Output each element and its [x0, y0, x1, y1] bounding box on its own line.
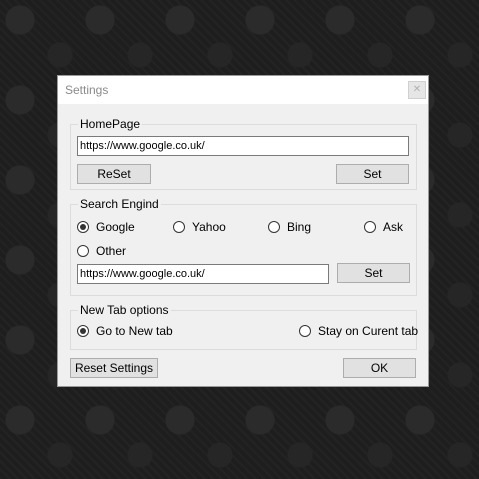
radio-icon — [364, 221, 376, 233]
title-bar: Settings ✕ — [58, 76, 428, 104]
radio-icon — [77, 325, 89, 337]
new-tab-group: New Tab options Go to New tab Stay on Cu… — [70, 303, 418, 350]
radio-stay-on-current-tab[interactable]: Stay on Curent tab — [299, 324, 418, 338]
ok-button[interactable]: OK — [343, 358, 416, 378]
close-button[interactable]: ✕ — [408, 81, 426, 99]
homepage-group-label: HomePage — [78, 117, 143, 131]
radio-ask[interactable]: Ask — [364, 220, 403, 234]
new-tab-group-label: New Tab options — [78, 303, 171, 317]
homepage-set-button[interactable]: Set — [336, 164, 409, 184]
radio-ask-label: Ask — [383, 220, 404, 234]
dialog-title: Settings — [65, 83, 109, 97]
radio-icon — [268, 221, 280, 233]
radio-icon — [77, 221, 89, 233]
radio-stay-on-current-tab-label: Stay on Curent tab — [318, 324, 419, 338]
settings-dialog: Settings ✕ HomePage https://www.google.c… — [57, 75, 429, 387]
search-engine-url-field[interactable]: https://www.google.co.uk/ — [77, 264, 329, 284]
radio-google[interactable]: Google — [77, 220, 135, 234]
radio-icon — [77, 245, 89, 257]
radio-yahoo[interactable]: Yahoo — [173, 220, 226, 234]
desktop-background: { "dialog": { "title": "Settings", "clos… — [0, 0, 479, 479]
homepage-url-field[interactable]: https://www.google.co.uk/ — [77, 136, 409, 156]
homepage-group: HomePage https://www.google.co.uk/ ReSet… — [70, 117, 417, 190]
radio-bing-label: Bing — [287, 220, 312, 234]
radio-go-to-new-tab[interactable]: Go to New tab — [77, 324, 173, 338]
radio-other-label: Other — [96, 244, 127, 258]
radio-yahoo-label: Yahoo — [192, 220, 226, 234]
search-engine-group-label: Search Engind — [78, 197, 161, 211]
homepage-reset-button[interactable]: ReSet — [77, 164, 151, 184]
close-icon: ✕ — [412, 84, 422, 95]
search-engine-group: Search Engind Google Yahoo Bing Ask Othe… — [70, 197, 417, 296]
radio-other[interactable]: Other — [77, 244, 126, 258]
radio-go-to-new-tab-label: Go to New tab — [96, 324, 173, 338]
reset-settings-button[interactable]: Reset Settings — [70, 358, 158, 378]
search-engine-set-button[interactable]: Set — [337, 263, 410, 283]
radio-icon — [299, 325, 311, 337]
radio-google-label: Google — [96, 220, 135, 234]
radio-icon — [173, 221, 185, 233]
radio-bing[interactable]: Bing — [268, 220, 311, 234]
